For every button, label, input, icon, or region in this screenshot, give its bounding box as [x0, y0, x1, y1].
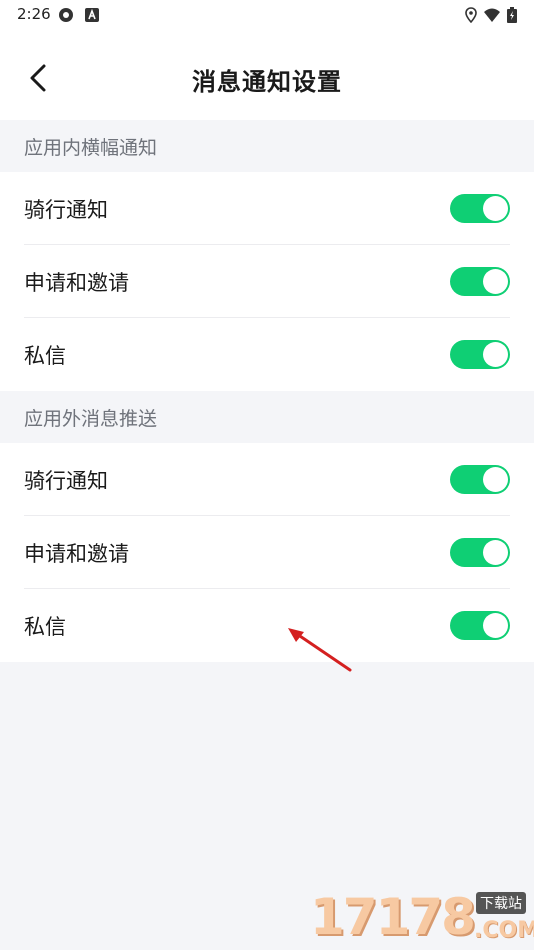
toggle-knob	[483, 196, 508, 221]
wifi-icon	[484, 8, 500, 22]
section-title: 应用内横幅通知	[24, 137, 158, 159]
status-bar: 2:26	[0, 0, 534, 30]
watermark-digits: 17178	[310, 888, 476, 946]
setting-row-ride-notification: 骑行通知	[0, 172, 534, 245]
setting-row-private-message: 私信	[0, 589, 534, 662]
font-notification-icon	[85, 8, 99, 22]
toggle-knob	[483, 613, 508, 638]
section-header-push: 应用外消息推送	[0, 391, 534, 443]
watermark-logo: 17178 下载站 .COM	[306, 884, 534, 950]
settings-group-in-app: 骑行通知 申请和邀请 私信	[0, 172, 534, 391]
section-header-in-app: 应用内横幅通知	[0, 120, 534, 172]
toggle-knob	[483, 540, 508, 565]
setting-label: 申请和邀请	[24, 542, 129, 566]
setting-row-apply-invite: 申请和邀请	[0, 516, 534, 589]
toggle-switch[interactable]	[450, 340, 510, 369]
toggle-switch[interactable]	[450, 465, 510, 494]
location-icon	[465, 7, 477, 23]
toggle-switch[interactable]	[450, 611, 510, 640]
setting-row-apply-invite: 申请和邀请	[0, 245, 534, 318]
battery-icon	[507, 7, 517, 23]
section-title: 应用外消息推送	[24, 408, 158, 430]
toggle-knob	[483, 269, 508, 294]
page-title: 消息通知设置	[192, 68, 342, 96]
setting-label: 申请和邀请	[24, 271, 129, 295]
setting-row-private-message: 私信	[0, 318, 534, 391]
setting-row-ride-notification: 骑行通知	[0, 443, 534, 516]
setting-label: 私信	[24, 344, 66, 368]
toggle-switch[interactable]	[450, 194, 510, 223]
setting-label: 骑行通知	[24, 198, 108, 222]
toggle-switch[interactable]	[450, 538, 510, 567]
watermark-tag: 下载站	[476, 892, 526, 914]
toggle-knob	[483, 342, 508, 367]
settings-group-push: 骑行通知 申请和邀请 私信	[0, 443, 534, 662]
toggle-switch[interactable]	[450, 267, 510, 296]
annotation-arrow-icon	[288, 628, 352, 672]
watermark-suffix: .COM	[474, 918, 534, 943]
setting-label: 骑行通知	[24, 469, 108, 493]
status-time: 2:26	[17, 5, 51, 23]
toggle-knob	[483, 467, 508, 492]
top-app-bar: 消息通知设置	[0, 30, 534, 120]
setting-label: 私信	[24, 615, 66, 639]
app-notification-icon	[59, 8, 73, 22]
